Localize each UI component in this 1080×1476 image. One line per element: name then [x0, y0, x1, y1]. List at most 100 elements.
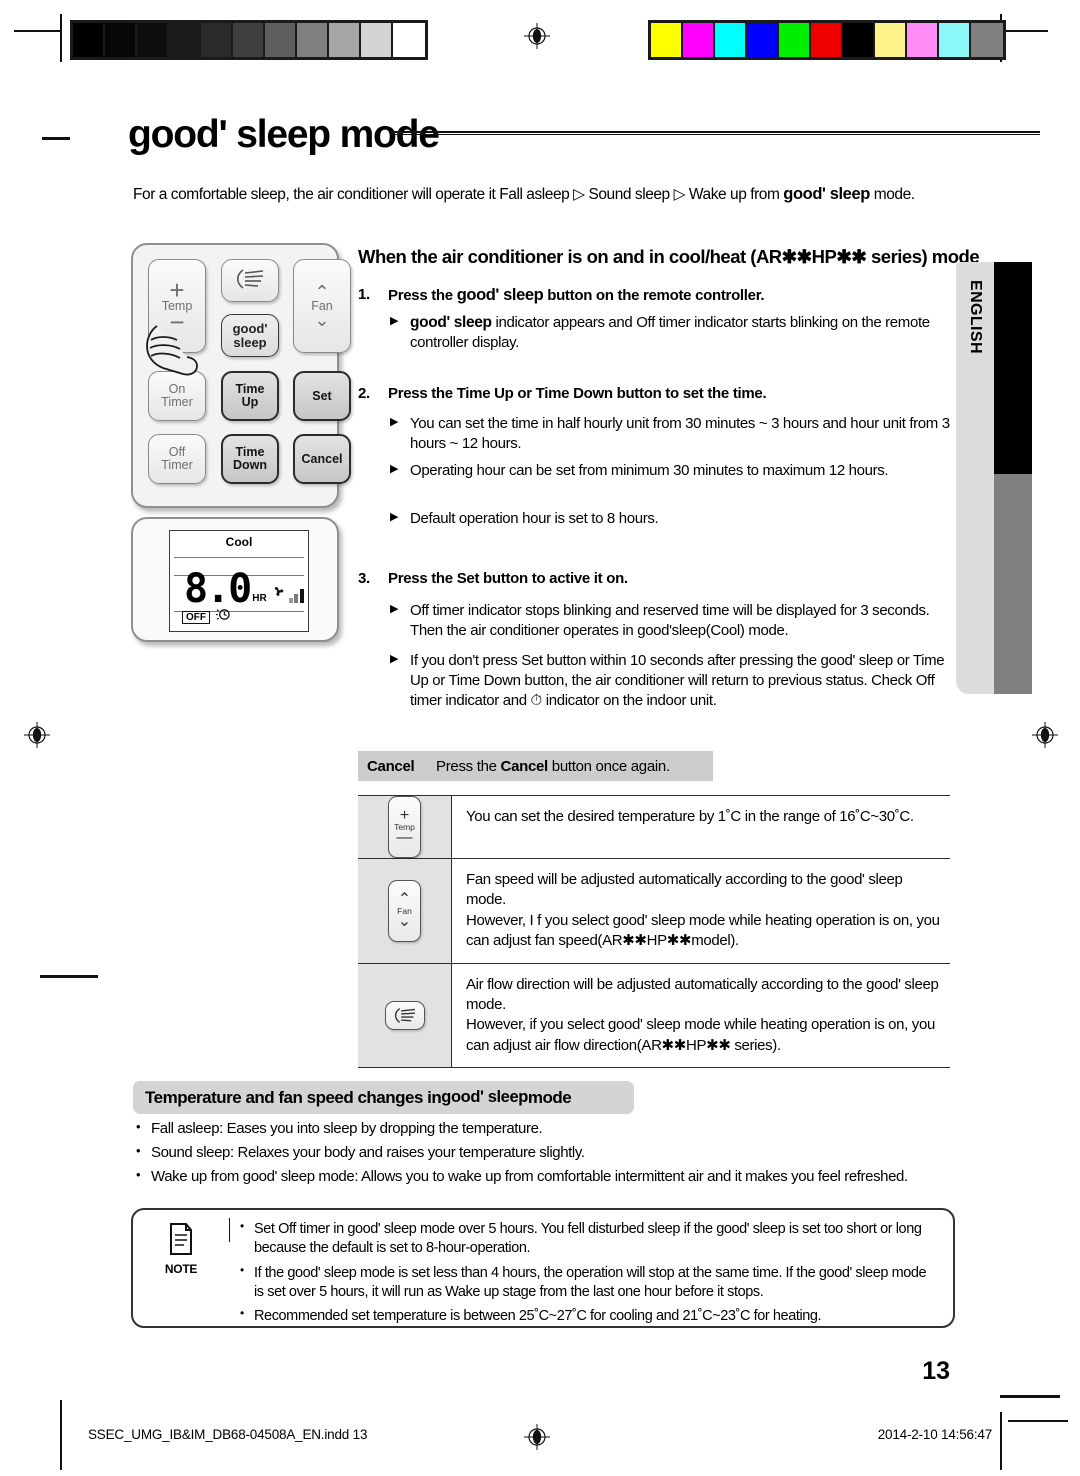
air-swing-icon [233, 268, 267, 293]
registration-mark-bottom [524, 1424, 550, 1450]
bullet-arrow-icon: ▶ [390, 653, 399, 665]
crop-line-bottom-right [1000, 1412, 1002, 1470]
banner-text-b: mode [527, 1087, 572, 1107]
time-up-line2: Up [241, 395, 259, 409]
intro-part-b: Sound sleep [584, 186, 674, 203]
table-icon-cell [358, 963, 452, 1068]
language-tab-label: ENGLISH [967, 280, 984, 354]
table-row: + Temp — You can set the desired tempera… [358, 796, 950, 859]
trim-mark-right-mid2 [1008, 1420, 1068, 1422]
lcd-time-row: 8.0 HR [184, 567, 304, 609]
good-sleep-button-line2: sleep [233, 334, 267, 350]
time-down-line2: Down [232, 458, 268, 472]
table-row-2-line-1: Fan speed will be adjusted automatically… [466, 871, 903, 909]
registration-mark-left [24, 722, 50, 748]
step-3-bullet-1-text: Off timer indicator stops blinking and r… [410, 602, 930, 639]
step-3-bullet-2-text: If you don't press Set button within 10 … [410, 652, 945, 709]
tab-color-block-gray [994, 474, 1032, 694]
good-sleep-wordmark: good' sleep [456, 286, 544, 304]
grayscale-calibration-bar [70, 20, 428, 60]
gray-swatch-5 [233, 23, 265, 57]
note-list: Set Off timer in good' sleep mode over 5… [238, 1219, 939, 1331]
gray-swatch-2 [137, 23, 169, 57]
color-swatch-4 [779, 23, 811, 57]
crop-line-bottom-left [60, 1400, 62, 1470]
color-swatch-2 [715, 23, 747, 57]
crop-line-top-left [60, 14, 62, 62]
gray-swatch-8 [329, 23, 361, 57]
color-calibration-bar [648, 20, 1006, 60]
color-swatch-1 [683, 23, 715, 57]
list-item: Wake up from good' sleep mode: Allows yo… [133, 1167, 958, 1185]
trim-mark-left-mid [40, 975, 98, 978]
remote-cancel-button[interactable]: Cancel [293, 434, 351, 484]
note-divider [229, 1218, 230, 1242]
note-document-icon [167, 1223, 195, 1260]
table-row: ⌃ Fan ⌄ Fan speed will be adjusted autom… [358, 859, 950, 964]
plus-icon: + [399, 807, 410, 824]
step-1: 1. Press the good' sleep button on the r… [358, 286, 948, 305]
remote-on-timer-button[interactable]: On Timer [148, 371, 206, 421]
temp-button-icon: + Temp — [388, 796, 421, 858]
remote-fan-button[interactable]: ⌃ Fan ⌄ [293, 259, 351, 353]
step-2: 2. Press the Time Up or Time Down button… [358, 385, 948, 402]
remote-time-down-button[interactable]: Time Down [221, 434, 279, 484]
note-icon-group: NOTE [153, 1222, 209, 1276]
gray-swatch-0 [73, 23, 105, 57]
list-item: Sound sleep: Relaxes your body and raise… [133, 1143, 958, 1161]
color-swatch-5 [811, 23, 843, 57]
bullet-arrow-icon: ▶ [390, 315, 399, 327]
color-swatch-3 [747, 23, 779, 57]
fan-icon [271, 584, 286, 604]
registration-mark-top [524, 23, 550, 49]
signal-bars-icon [288, 589, 304, 603]
page-number: 13 [922, 1357, 950, 1385]
intro-part-c: Wake up from [685, 186, 784, 203]
remote-good-sleep-button[interactable]: good' sleep [221, 314, 279, 357]
remote-lcd-display: Cool 8.0 HR OFF [131, 517, 339, 642]
manual-page: good' sleep mode For a comfortable sleep… [0, 0, 1080, 1476]
cancel-row-text: Press the Cancel button once again. [436, 757, 670, 775]
chevron-up-icon: ⌃ [397, 890, 412, 908]
table-icon-cell: ⌃ Fan ⌄ [358, 859, 452, 963]
on-timer-line2: Timer [161, 395, 193, 409]
color-swatch-6 [843, 23, 875, 57]
gray-swatch-4 [201, 23, 233, 57]
step-3-bullet-2: ▶ If you don't press Set button within 1… [390, 651, 960, 710]
page-title: good' sleep mode [128, 113, 440, 157]
gray-swatch-1 [105, 23, 137, 57]
remote-time-up-button[interactable]: Time Up [221, 371, 279, 421]
intro-paragraph: For a comfortable sleep, the air conditi… [133, 185, 933, 204]
table-text-cell: You can set the desired temperature by 1… [452, 796, 950, 858]
remote-set-button[interactable]: Set [293, 371, 351, 421]
crop-line-left-upper [14, 30, 60, 32]
note-box: NOTE Set Off timer in good' sleep mode o… [131, 1208, 955, 1328]
chevron-up-icon: ⌃ [314, 282, 330, 303]
gray-swatch-9 [361, 23, 393, 57]
tab-color-block-black [994, 262, 1032, 474]
bullet-arrow-icon: ▶ [390, 463, 399, 475]
remote-temp-button[interactable]: + Temp − [148, 259, 206, 353]
footer-filename: SSEC_UMG_IB&IM_DB68-04508A_EN.indd 13 [88, 1427, 368, 1442]
gray-swatch-6 [265, 23, 297, 57]
step-3-bullet-1: ▶ Off timer indicator stops blinking and… [390, 601, 960, 641]
list-item: Set Off timer in good' sleep mode over 5… [238, 1219, 939, 1259]
remote-air-swing-button[interactable] [221, 259, 279, 302]
color-swatch-8 [907, 23, 939, 57]
title-leading-dash [42, 137, 70, 140]
remote-off-timer-button[interactable]: Off Timer [148, 434, 206, 484]
step-2-bullet-1-text: You can set the time in half hourly unit… [410, 415, 950, 452]
chevron-down-icon: ⌄ [397, 912, 412, 930]
color-swatch-0 [651, 23, 683, 57]
list-item: If the good' sleep mode is set less than… [238, 1263, 939, 1303]
step-1-bullet-1-text: good' sleep indicator appears and Off ti… [410, 314, 930, 352]
color-swatch-9 [939, 23, 971, 57]
note-label: NOTE [164, 1262, 198, 1276]
minus-icon: − [169, 306, 185, 337]
good-sleep-wordmark: good' sleep [410, 314, 492, 331]
section-bullet-list: Fall asleep: Eases you into sleep by dro… [133, 1119, 958, 1192]
table-row: Air flow direction will be adjusted auto… [358, 963, 950, 1068]
list-item: Recommended set temperature is between 2… [238, 1306, 939, 1326]
off-timer-line2: Timer [161, 458, 193, 472]
button-behavior-table: + Temp — You can set the desired tempera… [358, 795, 950, 1069]
